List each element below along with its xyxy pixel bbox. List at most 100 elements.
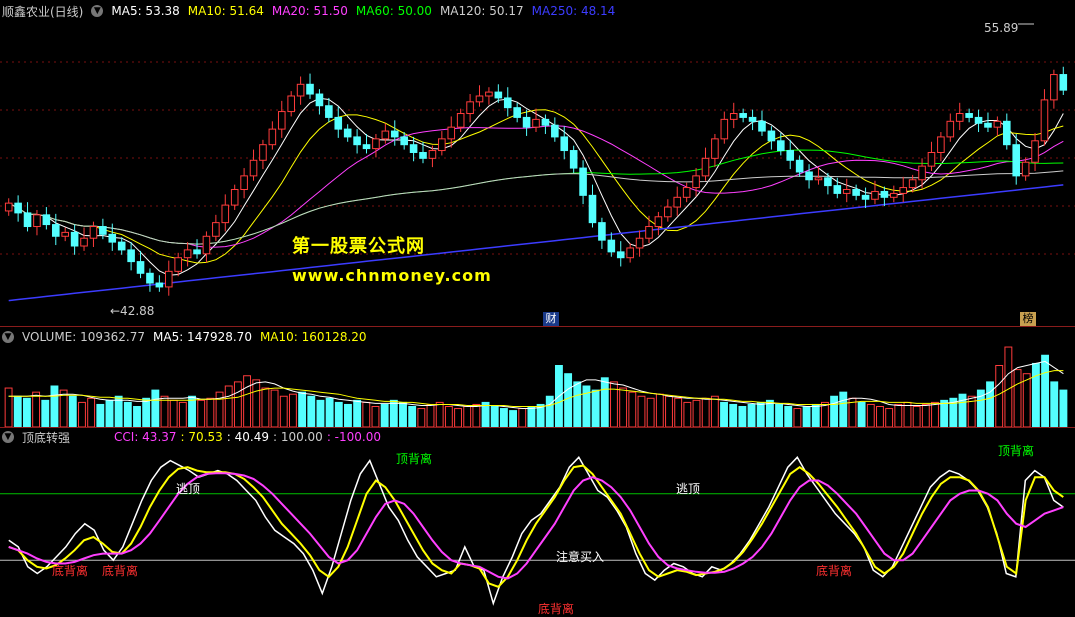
volume-bar <box>1050 381 1059 427</box>
volume-bar <box>1031 362 1040 427</box>
volume-bar <box>885 408 894 427</box>
volume-bar <box>435 401 444 427</box>
watermark-title: 第一股票公式网 <box>292 236 425 257</box>
volume-bar <box>958 393 967 427</box>
candle-body <box>720 118 729 140</box>
candle-body <box>1040 99 1049 142</box>
volume-bar <box>133 406 141 427</box>
candle-up <box>645 215 653 244</box>
volume-bar <box>921 403 930 427</box>
candle-body <box>362 144 371 150</box>
candle-body <box>381 130 390 140</box>
candle-body <box>221 204 230 224</box>
candle-up <box>692 168 700 197</box>
candle-up <box>664 199 672 222</box>
candle-up <box>212 214 220 242</box>
volume-bar <box>151 389 160 427</box>
volume-bar <box>995 365 1004 427</box>
annotation-bottom-divergence: 底背离 <box>538 602 575 616</box>
volume-bar <box>408 406 417 427</box>
candle-down <box>805 164 813 189</box>
candle-down <box>984 112 992 133</box>
candle-body <box>588 194 597 224</box>
candle-down <box>569 145 578 173</box>
candle-down <box>758 110 766 136</box>
ma60-line <box>8 149 1064 245</box>
candle-body <box>23 212 32 228</box>
candle-body <box>325 105 333 118</box>
candle-body <box>598 222 606 241</box>
volume-bar <box>518 408 527 427</box>
volume-bar <box>334 401 343 427</box>
candle-body <box>974 116 983 124</box>
candle-body <box>786 150 795 161</box>
volume-bar <box>811 403 820 427</box>
candle-up <box>635 230 644 257</box>
candle-body <box>343 128 352 138</box>
candle-body <box>711 138 719 159</box>
candle-down <box>127 242 135 271</box>
candle-body <box>127 249 135 263</box>
candle-up <box>1040 89 1049 146</box>
candle-body <box>249 159 258 177</box>
candle-body <box>1031 140 1039 163</box>
candle-body <box>833 185 842 194</box>
candle-body <box>984 122 992 128</box>
volume-bar <box>444 406 453 427</box>
candle-body <box>108 233 117 243</box>
annotation-top-divergence: 顶背离 <box>998 444 1035 458</box>
volume-bar <box>224 385 233 427</box>
candle-body <box>42 214 51 226</box>
candle-body <box>296 83 305 97</box>
candle-up <box>183 242 192 267</box>
candle-body <box>861 194 870 200</box>
volume-bar <box>793 408 802 427</box>
volume-bar <box>784 406 793 427</box>
earnings-event-tag[interactable]: 财 <box>543 312 559 326</box>
candle-body <box>174 257 182 272</box>
candle-body <box>155 282 164 288</box>
volume-chart <box>4 346 1068 427</box>
candle-body <box>306 83 314 95</box>
candle-body <box>673 196 682 208</box>
candle-body <box>682 187 691 198</box>
volume-bar <box>628 391 637 427</box>
candle-up <box>1031 133 1039 171</box>
candle-body <box>372 138 380 150</box>
candle-body <box>99 226 107 235</box>
candle-up <box>475 85 484 107</box>
candle-body <box>645 226 653 239</box>
candle-body <box>51 224 60 237</box>
candle-body <box>824 177 832 187</box>
candle-body <box>466 101 474 115</box>
candle-body <box>927 151 936 167</box>
volume-bar <box>123 401 132 427</box>
volume-bar <box>655 393 664 427</box>
candle-body <box>400 136 408 146</box>
volume-bar <box>353 399 362 427</box>
candle-body <box>456 113 465 128</box>
indicator-panel: ▼ 顶底转强 CCI: 43.37: 70.53: 40.49: 100.00:… <box>0 428 1075 616</box>
candle-body <box>871 190 879 200</box>
volume-bar <box>472 403 481 427</box>
volume-bar <box>931 401 939 427</box>
volume-bar <box>765 399 774 427</box>
candle-down <box>155 275 164 292</box>
candle-body <box>899 187 908 194</box>
candle-body <box>268 128 277 146</box>
volume-bar <box>545 395 554 427</box>
volume-bar <box>380 403 389 427</box>
volume-bar <box>940 399 949 427</box>
candle-body <box>1059 74 1068 91</box>
candle-body <box>259 144 267 161</box>
candle-body <box>852 189 860 196</box>
candle-down <box>767 126 776 150</box>
volume-bar <box>417 408 426 427</box>
candle-body <box>334 116 343 130</box>
ranking-event-tag[interactable]: 榜 <box>1020 312 1036 326</box>
candle-body <box>664 206 672 218</box>
candle-up <box>381 123 390 144</box>
candle-down <box>588 184 597 228</box>
candle-body <box>908 179 917 189</box>
candle-down <box>23 202 32 232</box>
